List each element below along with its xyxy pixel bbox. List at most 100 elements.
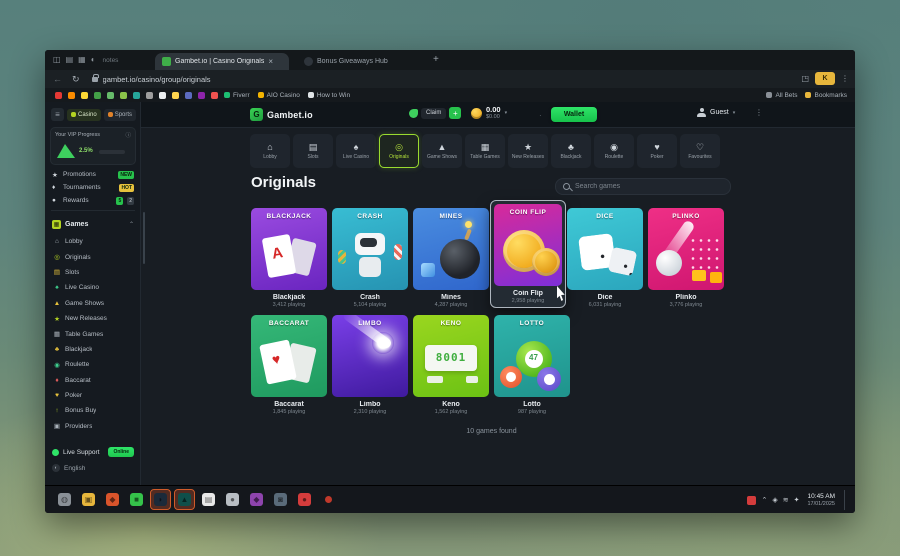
category-tab[interactable]: ♥ Poker xyxy=(637,134,677,168)
game-card[interactable]: Limbo Limbo 2,310 playing xyxy=(332,315,408,415)
sidebar-item[interactable]: ▤ Slots xyxy=(45,265,141,280)
sidebar-item[interactable]: ★ New Releases xyxy=(45,311,141,326)
game-card[interactable]: Mines Mines 4,287 playing xyxy=(413,208,489,308)
category-tab[interactable]: ♠ Live Casino xyxy=(336,134,376,168)
search-input[interactable] xyxy=(575,183,705,190)
sidebar-item[interactable]: ▣ Providers xyxy=(45,419,141,434)
sidebar-item[interactable]: ♣ Blackjack xyxy=(45,342,141,357)
sidebar-quick-item[interactable]: ♦ Tournaments HOT xyxy=(45,181,141,194)
bookmark-icon[interactable] xyxy=(81,92,88,99)
category-tab[interactable]: ▲ Game Shows xyxy=(422,134,462,168)
game-card[interactable]: Coin Flip Coin Flip 2,958 playing xyxy=(490,200,566,308)
sidebar-item[interactable]: ♥ Poker xyxy=(45,388,141,403)
bonus-claim-widget[interactable]: Claim + xyxy=(409,107,461,119)
tab-close-icon[interactable]: × xyxy=(268,57,273,66)
back-icon[interactable]: ← xyxy=(53,74,62,84)
site-logo[interactable]: G Gambet.io xyxy=(250,108,313,121)
taskbar-app-icon[interactable]: ▲ xyxy=(175,490,194,509)
new-tab-button[interactable]: + xyxy=(433,54,439,65)
sidebar-item[interactable]: ◉ Roulette xyxy=(45,357,141,372)
game-card[interactable]: Plinko Plinko 3,776 playing xyxy=(648,208,724,308)
sidebar-quick-item[interactable]: ★ Promotions NEW xyxy=(45,168,141,181)
info-icon[interactable]: ⓘ xyxy=(125,131,131,139)
bookmark-folder[interactable]: All Bets xyxy=(766,92,797,99)
sidebar-games-header[interactable]: ▦ Games ⌃ xyxy=(45,220,141,229)
bookmark-icon[interactable] xyxy=(198,92,205,99)
profile-chip[interactable]: K xyxy=(815,72,835,85)
browser-tab-active[interactable]: Gambet.io | Casino Originals × xyxy=(155,53,289,70)
taskbar-app-icon[interactable]: ● xyxy=(223,490,242,509)
category-tab[interactable]: ◎ Originals xyxy=(379,134,419,168)
browser-tab[interactable]: Bonus Giveaways Hub xyxy=(297,53,423,70)
notification-icon[interactable] xyxy=(747,496,756,505)
show-desktop-button[interactable] xyxy=(844,490,849,510)
game-search[interactable] xyxy=(555,178,731,195)
bookmark-icon[interactable] xyxy=(185,92,192,99)
sidebar-item[interactable]: ⌂ Lobby xyxy=(45,234,141,249)
live-support-item[interactable]: Live Support Online xyxy=(45,444,141,460)
tray-icon[interactable]: ◈ xyxy=(772,496,777,504)
header-menu-icon[interactable]: ⋮ xyxy=(755,108,763,117)
category-tab[interactable]: ♣ Blackjack xyxy=(551,134,591,168)
sidebar-item[interactable]: ♦ Baccarat xyxy=(45,373,141,388)
taskbar-app-icon[interactable]: ◆ xyxy=(247,490,266,509)
vip-progress-widget[interactable]: Your VIP Progress ⓘ 2.5% xyxy=(50,127,136,165)
game-card[interactable]: Crash Crash 5,104 playing xyxy=(332,208,408,308)
taskbar-clock[interactable]: 10:45 AM 17/01/2025 xyxy=(807,493,835,508)
sidebar-item[interactable]: ♠ Live Casino xyxy=(45,280,141,295)
balance-selector[interactable]: 0.00 $0.00 ▾ xyxy=(471,106,507,120)
address-bar[interactable]: gambet.io/casino/group/originals xyxy=(103,75,211,84)
bookmark-folder[interactable]: Bookmarks xyxy=(805,92,847,99)
pinned-tab-icon[interactable]: ▦ xyxy=(78,56,86,64)
pinned-tab-icon[interactable]: ▤ xyxy=(66,56,74,64)
tray-icon[interactable]: ≋ xyxy=(783,496,789,504)
browser-menu-icon[interactable]: ⋮ xyxy=(841,74,849,83)
sidebar-item[interactable]: ◎ Originals xyxy=(45,249,141,264)
sidebar-item[interactable]: ↑ Bonus Buy xyxy=(45,403,141,418)
profile-menu[interactable]: Guest ▾ xyxy=(697,108,735,117)
sidebar-item[interactable]: ▦ Table Games xyxy=(45,326,141,341)
language-selector[interactable]: ◐ English xyxy=(45,464,141,472)
taskbar-app-icon[interactable]: ● xyxy=(295,490,314,509)
game-card[interactable]: Baccarat ♥ Baccarat 1,845 playing xyxy=(251,315,327,415)
category-tab[interactable]: ▤ Slots xyxy=(293,134,333,168)
extensions-icon[interactable]: ◳ xyxy=(801,74,809,83)
game-card[interactable]: Lotto 47 Lotto 987 playing xyxy=(494,315,570,415)
bookmark-icon[interactable] xyxy=(120,92,127,99)
bookmark-icon[interactable] xyxy=(146,92,153,99)
category-tab[interactable]: ⌂ Lobby xyxy=(250,134,290,168)
bookmark-icon[interactable] xyxy=(107,92,114,99)
taskbar-app-icon[interactable] xyxy=(319,490,338,509)
taskbar-app-icon[interactable]: ▤ xyxy=(199,490,218,509)
casino-sports-toggle[interactable]: Casino xyxy=(67,109,101,121)
game-card[interactable]: Keno 8001 Keno 1,562 playing xyxy=(413,315,489,415)
taskbar-app-icon[interactable]: ◆ xyxy=(103,490,122,509)
category-tab[interactable]: ▦ Table Games xyxy=(465,134,505,168)
taskbar-app-icon[interactable]: ■ xyxy=(127,490,146,509)
tray-icon[interactable]: ✦ xyxy=(794,496,800,504)
taskbar-app-icon[interactable]: ◗ xyxy=(151,490,170,509)
taskbar-app-icon[interactable]: ◙ xyxy=(271,490,290,509)
bookmark-icon[interactable] xyxy=(55,92,62,99)
reload-icon[interactable]: ↻ xyxy=(72,74,80,85)
taskbar-app-icon[interactable]: ◍ xyxy=(55,490,74,509)
claim-button[interactable]: + xyxy=(449,107,461,119)
bookmark[interactable]: AIO Casino xyxy=(258,92,300,99)
pinned-tab-icon[interactable]: ◫ xyxy=(53,56,61,64)
category-tab[interactable]: ★ New Releases xyxy=(508,134,548,168)
casino-sports-toggle[interactable]: Sports xyxy=(104,109,136,121)
bookmark-icon[interactable] xyxy=(172,92,179,99)
category-tab[interactable]: ♡ Favourites xyxy=(680,134,720,168)
sidebar-quick-item[interactable]: ● Rewards 5 2 xyxy=(45,194,141,207)
sidebar-item[interactable]: ▲ Game Shows xyxy=(45,296,141,311)
bookmark-icon[interactable] xyxy=(94,92,101,99)
category-tab[interactable]: ◉ Roulette xyxy=(594,134,634,168)
taskbar-app-icon[interactable]: ▣ xyxy=(79,490,98,509)
bookmark[interactable]: How to Win xyxy=(308,92,350,99)
bookmark-icon[interactable] xyxy=(159,92,166,99)
bookmark[interactable]: Fiverr xyxy=(224,92,250,99)
tray-icon[interactable]: ⌃ xyxy=(761,496,767,504)
bookmark-icon[interactable] xyxy=(211,92,218,99)
bookmark-icon[interactable] xyxy=(68,92,75,99)
game-card[interactable]: Blackjack A Blackjack 3,412 playing xyxy=(251,208,327,308)
